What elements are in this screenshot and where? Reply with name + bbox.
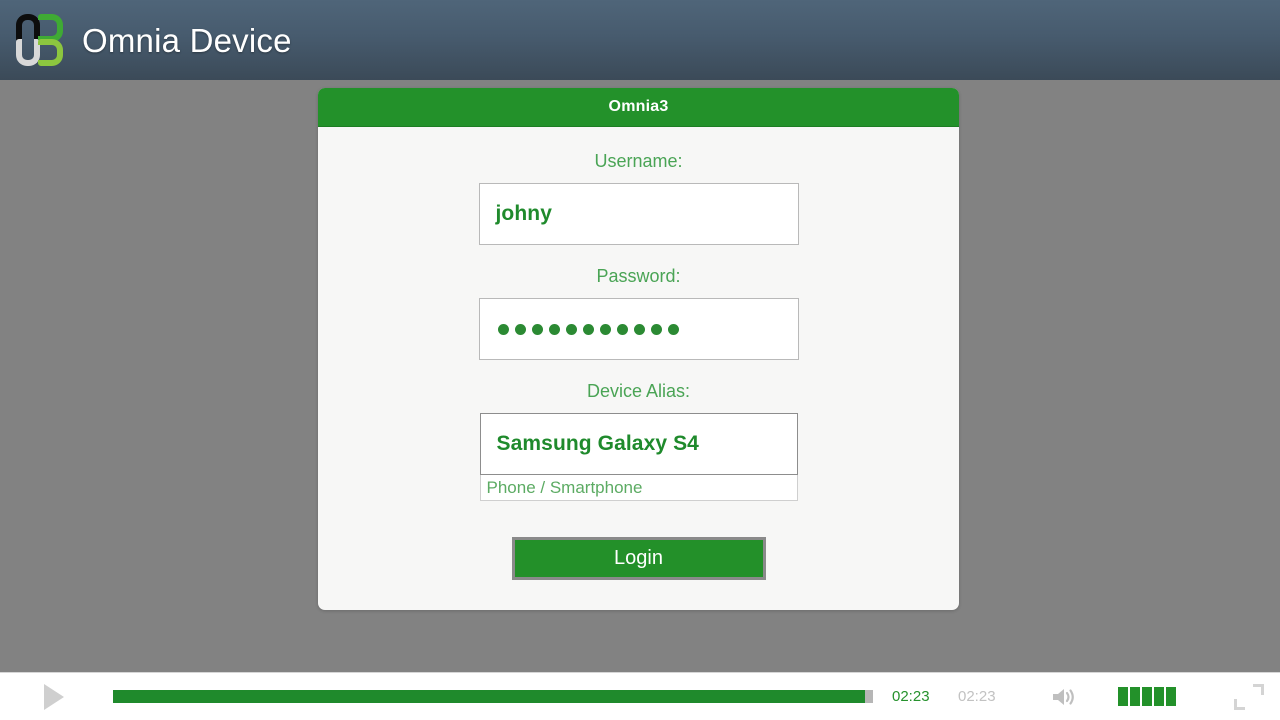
volume-bar [1166,687,1176,706]
volume-bar [1154,687,1164,706]
password-dot [548,323,560,335]
login-panel-title: Omnia3 [608,98,669,115]
password-dot [582,323,594,335]
logo-segment-bottom-left [16,39,40,66]
logo-segment-bottom-right [38,39,63,66]
time-current: 02:23 [892,688,930,705]
login-panel: Omnia3 Username: johny Password: Device … [318,88,959,610]
password-dot [599,323,611,335]
speaker-icon[interactable] [1050,685,1080,709]
progress-scrubber[interactable] [113,690,873,703]
password-dot [633,323,645,335]
volume-bar [1118,687,1128,706]
password-dot [497,323,509,335]
time-total: 02:23 [958,688,996,705]
login-panel-header: Omnia3 [318,88,959,127]
volume-bar [1130,687,1140,706]
password-dot [565,323,577,335]
password-label: Password: [596,266,681,286]
password-masked-value [496,323,679,335]
app-title: Omnia Device [82,21,292,59]
password-dot [514,323,526,335]
login-button[interactable]: Login [511,537,766,580]
progress-handle[interactable] [865,690,873,703]
device-alias-label: Device Alias: [586,381,691,401]
device-alias-suggestion-item[interactable]: Phone / Smartphone [479,475,798,501]
password-input[interactable] [478,298,799,360]
login-panel-body: Username: johny Password: Device Alias: … [318,127,959,610]
username-input[interactable]: johny [478,183,799,245]
app-screen: Omnia Device Omnia3 Username: johny Pass… [0,0,1280,720]
logo-segment-top-right [38,14,63,42]
password-dot [667,323,679,335]
play-icon[interactable] [44,683,64,710]
logo-segment-top-left [16,14,40,42]
volume-bar [1142,687,1152,706]
fullscreen-corner-bottom-left [1234,698,1245,710]
username-label: Username: [594,151,683,171]
progress-fill [113,690,866,703]
password-dot [616,323,628,335]
device-alias-input[interactable]: Samsung Galaxy S4 [479,413,798,475]
volume-level-indicator[interactable] [1118,687,1176,706]
omnia-logo-icon [12,11,68,69]
password-dot [650,323,662,335]
app-header: Omnia Device [0,0,1280,80]
media-player-bar: 02:23 02:23 [0,672,1280,720]
fullscreen-corner-top-right [1253,683,1264,695]
fullscreen-expand-icon[interactable] [1234,683,1264,710]
password-dot [531,323,543,335]
